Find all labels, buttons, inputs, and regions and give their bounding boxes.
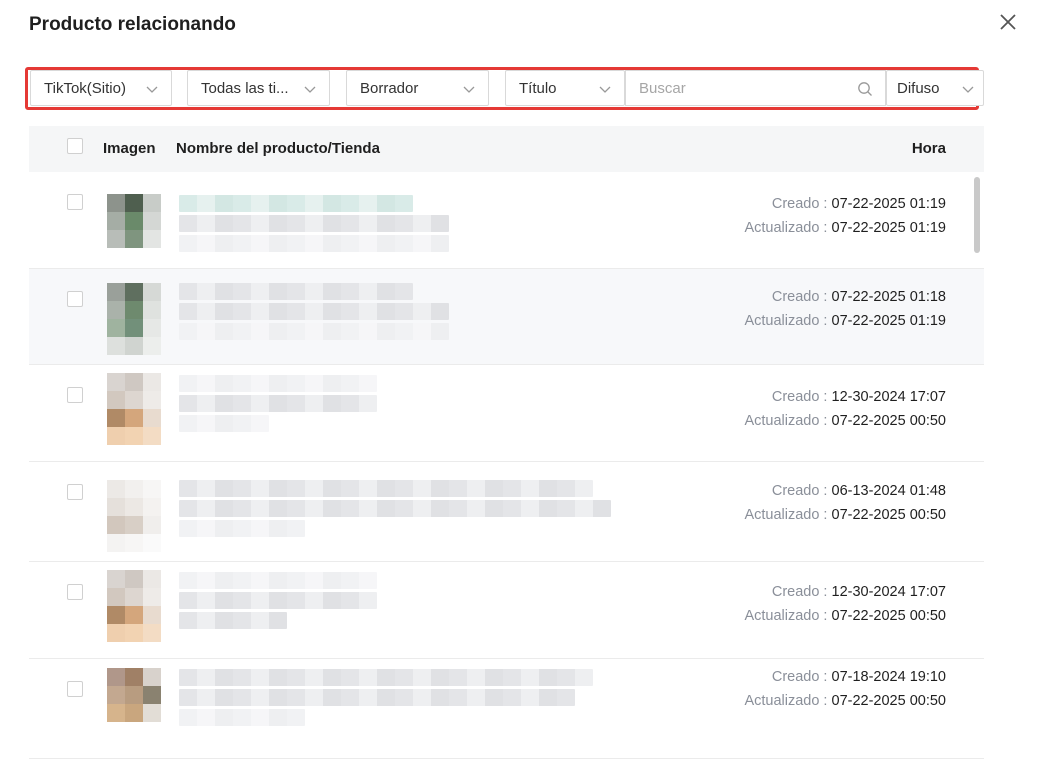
updated-label: Actualizado [744, 313, 820, 329]
created-label: Creado [771, 289, 820, 305]
row-times: Creado : 07-22-2025 01:19 Actualizado : … [744, 196, 947, 236]
updated-label: Actualizado [744, 220, 820, 236]
type-select-value: Todas las ti... [201, 79, 289, 97]
product-name-redacted [179, 375, 377, 435]
created-label: Creado [771, 389, 820, 405]
updated-date: 07-22-2025 00:50 [831, 413, 947, 429]
platform-select[interactable]: TikTok(Sitio) [30, 70, 172, 106]
status-select[interactable]: Borrador [346, 70, 489, 106]
product-name-redacted [179, 480, 611, 540]
product-thumbnail [107, 194, 161, 248]
table-row[interactable]: Creado : 12-30-2024 17:07 Actualizado : … [29, 562, 984, 659]
header-image: Imagen [103, 140, 156, 157]
platform-select-value: TikTok(Sitio) [44, 79, 126, 97]
filter-gap [330, 70, 346, 106]
match-select[interactable]: Difuso [886, 70, 984, 106]
filter-gap [172, 70, 187, 106]
row-times: Creado : 07-22-2025 01:18 Actualizado : … [744, 289, 947, 329]
created-label: Creado [771, 584, 820, 600]
row-times: Creado : 12-30-2024 17:07 Actualizado : … [744, 584, 947, 624]
list-scrollbar[interactable] [974, 177, 980, 253]
created-label: Creado [771, 483, 820, 499]
product-thumbnail [107, 283, 161, 355]
product-name-redacted [179, 195, 449, 255]
updated-label: Actualizado [744, 507, 820, 523]
updated-date: 07-22-2025 01:19 [831, 313, 947, 329]
updated-date: 07-22-2025 00:50 [831, 693, 947, 709]
chevron-down-icon [962, 86, 974, 93]
header-time: Hora [911, 140, 946, 157]
chevron-down-icon [146, 86, 158, 93]
type-select[interactable]: Todas las ti... [187, 70, 330, 106]
table-row[interactable]: Creado : 06-13-2024 01:48 Actualizado : … [29, 462, 984, 562]
updated-label: Actualizado [744, 693, 820, 709]
chevron-down-icon [304, 86, 316, 93]
row-checkbox[interactable] [67, 194, 83, 210]
created-label: Creado [771, 196, 820, 212]
created-date: 12-30-2024 17:07 [831, 584, 947, 600]
table-row[interactable]: Creado : 12-30-2024 17:07 Actualizado : … [29, 365, 984, 462]
filter-gap [489, 70, 505, 106]
created-date: 07-18-2024 19:10 [831, 669, 947, 685]
chevron-down-icon [599, 86, 611, 93]
chevron-down-icon [463, 86, 475, 93]
product-thumbnail [107, 373, 161, 445]
table-row[interactable]: Creado : 07-22-2025 01:19 Actualizado : … [29, 172, 984, 269]
product-name-redacted [179, 283, 449, 343]
updated-label: Actualizado [744, 608, 820, 624]
created-date: 12-30-2024 17:07 [831, 389, 947, 405]
product-thumbnail [107, 570, 161, 642]
table-header: Imagen Nombre del producto/Tienda Hora [29, 126, 984, 172]
close-icon[interactable] [996, 10, 1020, 34]
updated-date: 07-22-2025 01:19 [831, 220, 947, 236]
row-checkbox[interactable] [67, 387, 83, 403]
created-date: 06-13-2024 01:48 [831, 483, 947, 499]
row-times: Creado : 06-13-2024 01:48 Actualizado : … [744, 483, 947, 523]
table-row[interactable]: Creado : 07-18-2024 19:10 Actualizado : … [29, 659, 984, 759]
created-date: 07-22-2025 01:19 [831, 196, 947, 212]
match-select-value: Difuso [897, 79, 940, 97]
row-checkbox[interactable] [67, 484, 83, 500]
field-select-value: Título [519, 79, 557, 97]
row-checkbox[interactable] [67, 291, 83, 307]
updated-date: 07-22-2025 00:50 [831, 608, 947, 624]
status-select-value: Borrador [360, 79, 419, 97]
row-checkbox[interactable] [67, 584, 83, 600]
updated-date: 07-22-2025 00:50 [831, 507, 947, 523]
field-select[interactable]: Título [505, 70, 625, 106]
product-name-redacted [179, 669, 593, 729]
product-name-redacted [179, 572, 377, 632]
product-thumbnail [107, 668, 161, 722]
table-row[interactable]: Creado : 07-22-2025 01:18 Actualizado : … [29, 269, 984, 365]
product-list: Creado : 07-22-2025 01:19 Actualizado : … [29, 172, 984, 759]
product-thumbnail [107, 480, 161, 552]
select-all-checkbox[interactable] [67, 138, 83, 154]
search-icon[interactable] [857, 81, 873, 97]
row-times: Creado : 12-30-2024 17:07 Actualizado : … [744, 389, 947, 429]
search-input[interactable] [639, 79, 839, 97]
created-date: 07-22-2025 01:18 [831, 289, 947, 305]
filter-bar: TikTok(Sitio) Todas las ti... Borrador T… [30, 70, 984, 106]
created-label: Creado [771, 669, 820, 685]
search-box [625, 70, 886, 106]
row-times: Creado : 07-18-2024 19:10 Actualizado : … [744, 669, 947, 709]
row-checkbox[interactable] [67, 681, 83, 697]
header-product-name: Nombre del producto/Tienda [176, 140, 380, 157]
updated-label: Actualizado [744, 413, 820, 429]
modal-title: Producto relacionando [29, 14, 236, 35]
